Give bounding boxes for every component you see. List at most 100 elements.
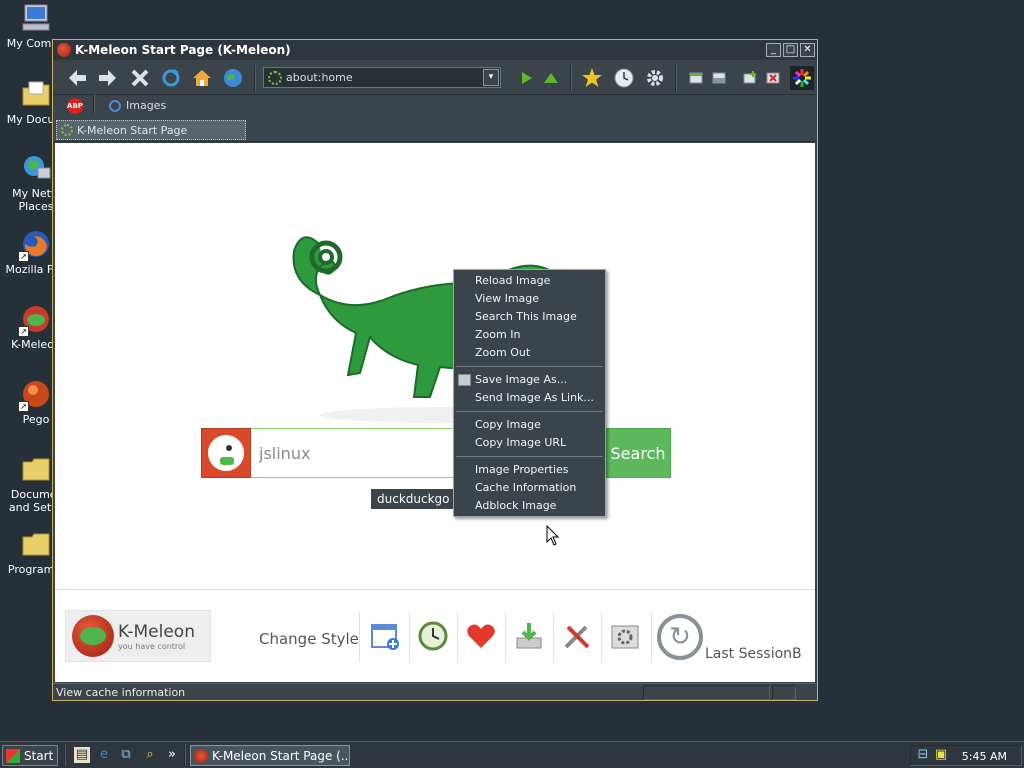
menu-item-send-image-as-link[interactable]: Send Image As Link... [454, 389, 605, 407]
new-window-icon[interactable] [684, 66, 708, 90]
firefox-icon: ↗ [18, 228, 52, 262]
change-style-link[interactable]: Change Style [259, 630, 359, 648]
tab-favicon-icon [61, 124, 73, 136]
close-tab-icon[interactable] [761, 66, 785, 90]
minimize-button[interactable]: _ [766, 43, 781, 57]
go-icon[interactable] [514, 66, 538, 90]
search-engine-tooltip: duckduckgo [371, 489, 456, 509]
settings-gear-icon[interactable] [643, 66, 667, 90]
menu-separator [454, 407, 605, 416]
window-controls: _ □ ✕ [766, 43, 815, 57]
duckduckgo-logo-icon [201, 428, 251, 478]
last-session-link[interactable]: Last SessionB [705, 646, 802, 662]
reload-icon[interactable] [159, 66, 183, 90]
new-window-shortcut-icon[interactable] [367, 618, 403, 654]
menu-item-zoom-in[interactable]: Zoom In [454, 326, 605, 344]
taskbar-item-kmeleon[interactable]: K-Meleon Start Page (... [190, 745, 350, 766]
quicklaunch-more-button[interactable]: » [164, 747, 180, 763]
home-icon[interactable] [190, 66, 214, 90]
history-clock-icon[interactable] [612, 66, 636, 90]
menu-item-zoom-out[interactable]: Zoom Out [454, 344, 605, 362]
start-label: Start [24, 748, 54, 763]
pego-icon: ↗ [18, 378, 52, 412]
quicklaunch-search-icon[interactable]: ⌕ [142, 747, 158, 763]
page-favicon-icon [268, 70, 282, 85]
clock: 5:45 AM [961, 750, 1007, 763]
quicklaunch-ie-icon[interactable]: e [96, 747, 112, 763]
url-text[interactable]: about:home [286, 71, 353, 84]
status-text: View cache information [56, 686, 186, 699]
menu-item-label: Save Image As... [475, 373, 568, 386]
add-tab-icon[interactable] [738, 66, 762, 90]
up-icon[interactable] [539, 66, 563, 90]
menu-item-cache-information[interactable]: Cache Information [454, 479, 605, 497]
logo-name: K-Meleon [118, 621, 195, 642]
last-session-icon[interactable]: ↻ [657, 614, 703, 660]
kmeleon-logo: K-Meleon you have control [65, 610, 211, 662]
menu-separator [454, 362, 605, 371]
shortcut-arrow-icon: ↗ [18, 326, 29, 337]
tray-app-icon[interactable]: ▣ [933, 747, 949, 763]
kmeleon-icon: ↗ [18, 303, 52, 337]
maximize-button[interactable]: □ [783, 43, 798, 57]
folder-icon [20, 528, 52, 560]
system-tray: ⊟ ▣ 5:45 AM [910, 745, 1022, 766]
quicklaunch-network-icon[interactable]: ⧉ [118, 747, 134, 763]
network-places-icon [20, 152, 52, 184]
images-link-label: Images [126, 99, 167, 112]
bookmarks-star-icon[interactable] [580, 66, 604, 90]
downloads-icon[interactable] [511, 618, 547, 654]
computer-icon [20, 2, 52, 34]
menu-item-view-image[interactable]: View Image [454, 290, 605, 308]
adblock-plus-icon[interactable]: ABP [67, 98, 83, 114]
menu-item-image-properties[interactable]: Image Properties [454, 461, 605, 479]
menu-item-reload-image[interactable]: Reload Image [454, 272, 605, 290]
status-popup-icon[interactable] [772, 685, 796, 700]
tab-label: K-Meleon Start Page [77, 123, 188, 137]
url-dropdown-button[interactable]: ▾ [483, 69, 499, 86]
taskbar: Start ▤ e ⧉ ⌕ » K-Meleon Start Page (...… [0, 741, 1024, 768]
stop-icon[interactable] [128, 66, 152, 90]
logo-tagline: you have control [118, 641, 186, 651]
tab-bar: K-Meleon Start Page [53, 118, 817, 142]
folder-icon [20, 453, 52, 485]
images-link[interactable]: Images [109, 99, 166, 112]
links-toolbar: ABP Images [53, 94, 817, 116]
history-shortcut-icon[interactable] [415, 618, 451, 654]
title-bar[interactable]: K-Meleon Start Page (K-Meleon) _ □ ✕ [53, 40, 817, 60]
navigation-toolbar: about:home ▾ [53, 61, 817, 95]
search-button[interactable]: Search [605, 428, 671, 478]
preferences-icon[interactable] [607, 618, 643, 654]
shortcut-arrow-icon: ↗ [18, 401, 29, 412]
taskbar-item-label: K-Meleon Start Page (... [212, 748, 350, 763]
quicklaunch-desktop-icon[interactable]: ▤ [74, 747, 90, 763]
forward-icon[interactable] [96, 66, 120, 90]
throbber-icon [790, 66, 814, 90]
tray-network-icon[interactable]: ⊟ [915, 747, 931, 763]
window-title: K-Meleon Start Page (K-Meleon) [75, 43, 291, 57]
kmeleon-task-icon [194, 748, 208, 763]
start-page-footer: K-Meleon you have control Change Style ↻… [55, 589, 815, 682]
menu-item-search-this-image[interactable]: Search This Image [454, 308, 605, 326]
shortcut-arrow-icon: ↗ [18, 251, 29, 262]
tab-kmeleon-start-page[interactable]: K-Meleon Start Page [56, 120, 246, 140]
page-content: Search duckduckgo K-Meleon you have cont… [55, 143, 815, 682]
menu-separator [454, 452, 605, 461]
start-button[interactable]: Start [2, 745, 58, 766]
favorites-heart-icon[interactable] [463, 618, 499, 654]
image-context-menu: Reload Image View Image Search This Imag… [453, 269, 606, 517]
status-bar: View cache information [53, 683, 817, 700]
menu-item-adblock-image[interactable]: Adblock Image [454, 497, 605, 515]
url-bar[interactable]: about:home ▾ [263, 67, 501, 88]
images-link-icon [109, 99, 121, 112]
kmeleon-logo-icon [72, 615, 114, 657]
tools-icon[interactable] [559, 618, 595, 654]
close-button[interactable]: ✕ [800, 43, 815, 57]
back-icon[interactable] [65, 66, 89, 90]
menu-item-copy-image[interactable]: Copy Image [454, 416, 605, 434]
save-icon [458, 374, 471, 386]
new-tab-icon[interactable] [707, 66, 731, 90]
menu-item-copy-image-url[interactable]: Copy Image URL [454, 434, 605, 452]
globe-icon[interactable] [221, 66, 245, 90]
menu-item-save-image-as[interactable]: Save Image As... [454, 371, 605, 389]
